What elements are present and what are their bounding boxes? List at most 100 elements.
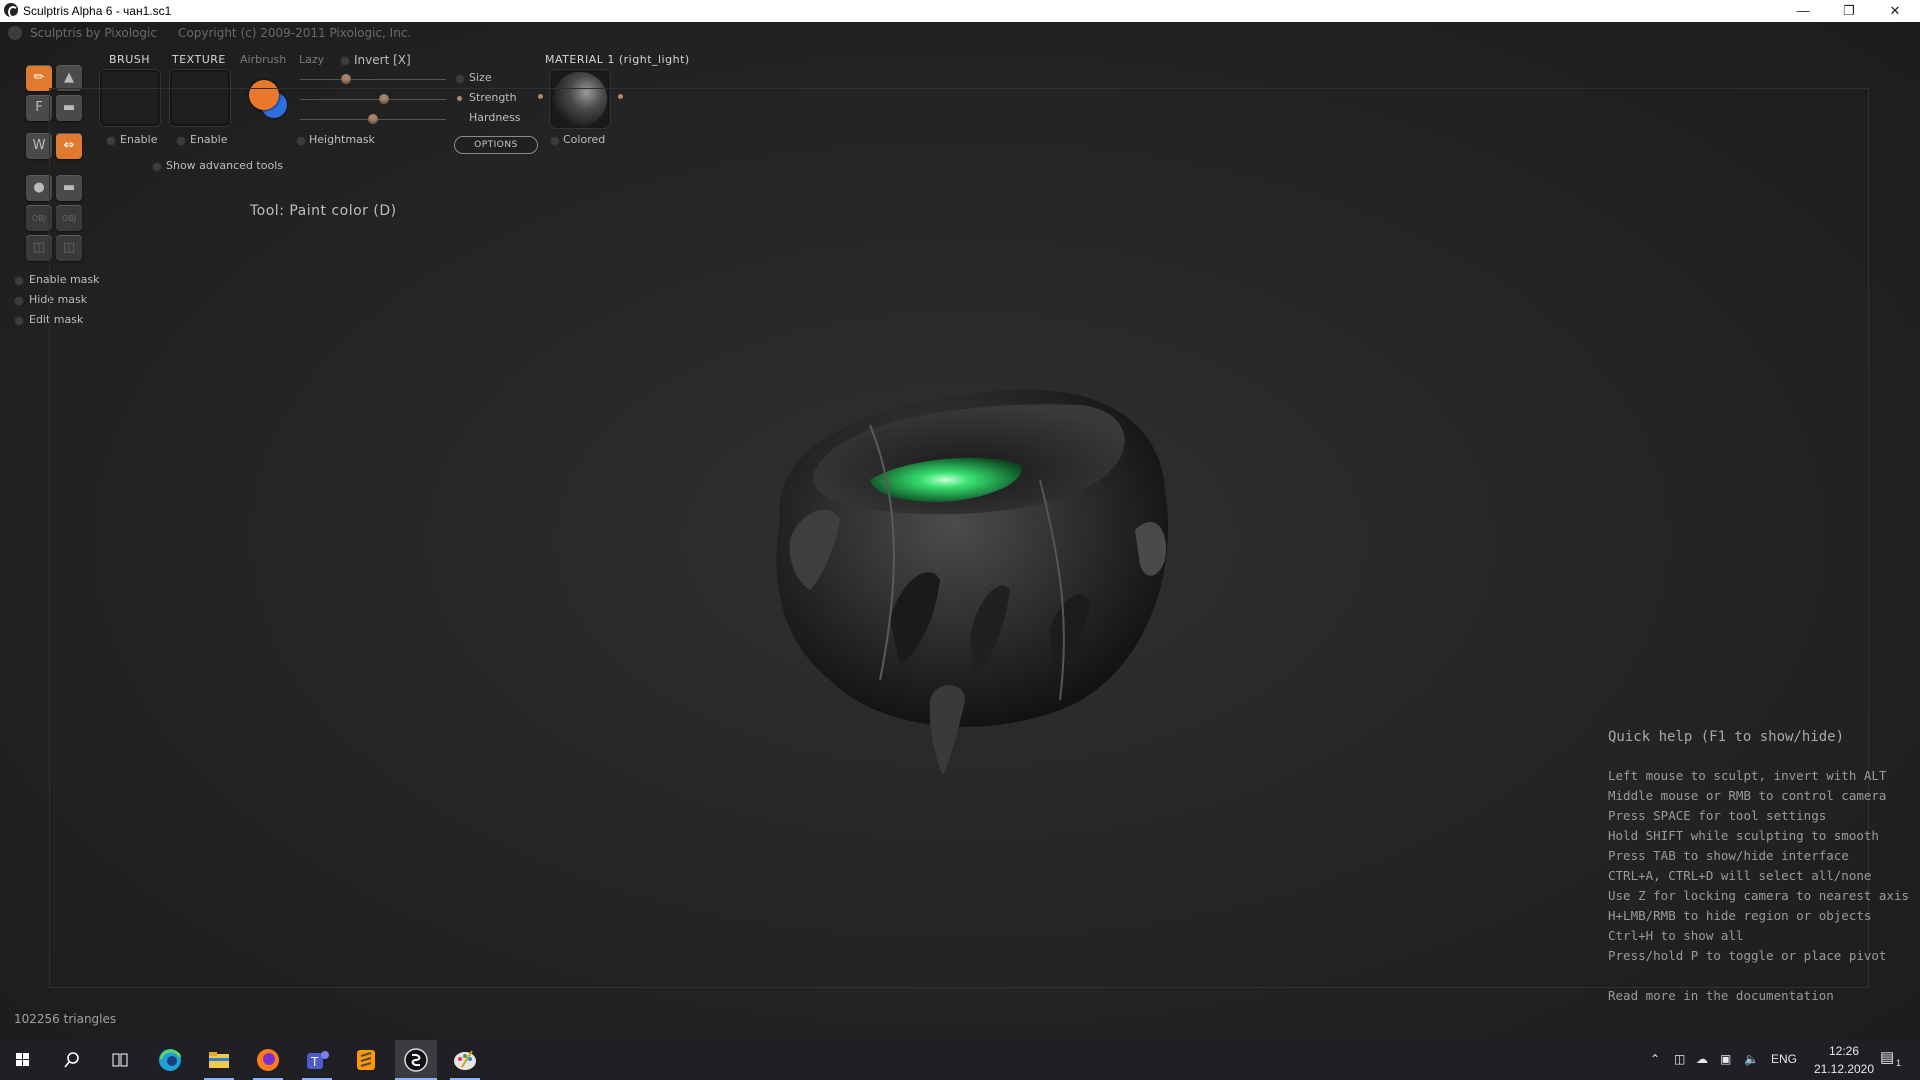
- invert-label: Invert [X]: [354, 53, 411, 67]
- paint-taskbar-button[interactable]: [450, 1045, 480, 1075]
- brush-enable-checkbox[interactable]: [106, 136, 116, 146]
- file-explorer-taskbar-button[interactable]: [204, 1045, 234, 1075]
- hardness-slider-handle[interactable]: [368, 114, 378, 124]
- brush-alpha-slot[interactable]: [100, 70, 160, 126]
- pixologic-logo-icon: [8, 26, 22, 40]
- paint-palette-icon: [454, 1050, 476, 1070]
- chevron-up-icon: ⌃: [1650, 1052, 1661, 1066]
- notification-center-button[interactable]: ▤ 1: [1880, 1048, 1906, 1072]
- flatten-tool-button[interactable]: F: [26, 95, 52, 121]
- firefox-taskbar-button[interactable]: [253, 1045, 283, 1075]
- edge-taskbar-button[interactable]: [155, 1045, 185, 1075]
- import-obj-icon: OBJ: [31, 214, 47, 223]
- sublime-text-icon: [357, 1050, 375, 1070]
- color-swatches[interactable]: [249, 80, 289, 120]
- restore-button[interactable]: ❐: [1826, 0, 1872, 22]
- svg-text:T: T: [310, 1055, 319, 1069]
- material-next-arrow[interactable]: [618, 94, 623, 99]
- strength-slider-handle[interactable]: [379, 94, 389, 104]
- invert-checkbox[interactable]: [340, 56, 350, 66]
- edit-mask-checkbox[interactable]: [14, 316, 24, 326]
- edge-icon: [159, 1049, 182, 1071]
- open-button[interactable]: ◫: [26, 235, 52, 261]
- bump-icon: ▲: [64, 70, 74, 85]
- bump-tool-button[interactable]: ▲: [56, 65, 82, 91]
- pattern-tool-button[interactable]: W: [26, 133, 52, 159]
- lazy-toggle[interactable]: Lazy: [299, 53, 324, 66]
- hide-mask-checkbox[interactable]: [14, 296, 24, 306]
- windows-start-button[interactable]: [8, 1045, 38, 1075]
- app-name: Sculptris by Pixologic: [30, 26, 157, 40]
- export-obj-icon: OBJ: [61, 214, 77, 223]
- onedrive-tray-icon[interactable]: ☁: [1696, 1052, 1708, 1066]
- firefox-icon: [257, 1049, 279, 1071]
- size-slider[interactable]: [300, 74, 446, 86]
- quick-help-line: Use Z for locking camera to nearest axis: [1608, 888, 1910, 903]
- texture-slot[interactable]: [170, 70, 230, 126]
- size-slider-handle[interactable]: [341, 74, 351, 84]
- notification-count: 1: [1894, 1058, 1904, 1068]
- material-sphere-preview: [553, 72, 607, 126]
- size-label: Size: [469, 71, 492, 84]
- save-button[interactable]: ◫: [56, 235, 82, 261]
- quick-help-line: H+LMB/RMB to hide region or objects: [1608, 908, 1872, 923]
- window-title: Sculptris Alpha 6 - чан1.sc1: [23, 4, 172, 18]
- primary-color-swatch[interactable]: [249, 80, 279, 110]
- brush-icon: ✏: [33, 70, 45, 85]
- import-button[interactable]: OBJ: [26, 205, 52, 231]
- airbrush-toggle[interactable]: Airbrush: [240, 53, 286, 66]
- show-advanced-checkbox[interactable]: [152, 162, 162, 172]
- hardness-label: Hardness: [469, 111, 521, 124]
- teams-icon: T: [307, 1051, 329, 1069]
- windows-logo-icon: [16, 1053, 29, 1066]
- strength-slider[interactable]: [300, 94, 446, 106]
- open-file-icon: ◫: [32, 240, 46, 255]
- sculptris-taskbar-button[interactable]: [395, 1040, 437, 1080]
- brush-label: BRUSH: [109, 53, 150, 66]
- texture-enable-checkbox[interactable]: [176, 136, 186, 146]
- show-hidden-icons-button[interactable]: ⌃: [1650, 1052, 1660, 1066]
- sculptris-app-icon: [4, 3, 18, 18]
- paint-brush-tool-button[interactable]: ✏: [26, 65, 52, 91]
- volume-tray-icon[interactable]: 🔈: [1744, 1052, 1759, 1066]
- options-button[interactable]: OPTIONS: [454, 136, 538, 154]
- heightmask-checkbox[interactable]: [296, 136, 306, 146]
- cauldron-3d-model[interactable]: [760, 380, 1180, 780]
- smooth-tool-button[interactable]: ▬: [56, 95, 82, 121]
- plane-button[interactable]: ▬: [56, 175, 82, 201]
- current-tool-label: Tool: Paint color (D): [250, 203, 397, 219]
- network-tray-icon[interactable]: ▣: [1720, 1052, 1731, 1066]
- clock-date[interactable]: 21.12.2020: [1806, 1062, 1882, 1076]
- enable-mask-checkbox[interactable]: [14, 276, 24, 286]
- material-prev-arrow[interactable]: [538, 94, 543, 99]
- material-slot[interactable]: [550, 70, 610, 128]
- strength-pressure-toggle[interactable]: [457, 96, 462, 101]
- close-button[interactable]: ✕: [1872, 0, 1918, 22]
- swap-arrows-icon: ⇔: [63, 138, 75, 153]
- sublime-taskbar-button[interactable]: [351, 1045, 381, 1075]
- sphere-button[interactable]: ●: [26, 175, 52, 201]
- edit-mask-label: Edit mask: [29, 313, 84, 326]
- language-indicator[interactable]: ENG: [1771, 1052, 1797, 1066]
- swap-colors-button[interactable]: ⇔: [56, 133, 82, 159]
- window-title-bar: Sculptris Alpha 6 - чан1.sc1 — ❐ ✕: [0, 0, 1920, 22]
- notification-icon: ▤: [1880, 1049, 1895, 1066]
- enable-mask-label: Enable mask: [29, 273, 100, 286]
- size-pressure-toggle[interactable]: [455, 74, 465, 84]
- colored-checkbox[interactable]: [550, 136, 560, 146]
- export-button[interactable]: OBJ: [56, 205, 82, 231]
- sphere-icon: ●: [33, 180, 45, 195]
- texture-enable-label: Enable: [190, 133, 228, 146]
- clock-time[interactable]: 12:26: [1820, 1044, 1868, 1058]
- windows-taskbar: [0, 1040, 1920, 1080]
- minimize-button[interactable]: —: [1780, 0, 1826, 22]
- brush-enable-label: Enable: [120, 133, 158, 146]
- taskbar-search-button[interactable]: [57, 1045, 87, 1075]
- documentation-link[interactable]: Read more in the documentation: [1608, 988, 1834, 1003]
- teams-taskbar-button[interactable]: T: [302, 1045, 332, 1075]
- save-icon: ◫: [62, 240, 76, 255]
- hardness-slider[interactable]: [300, 114, 446, 126]
- quick-help-line: Hold SHIFT while sculpting to smooth: [1608, 828, 1879, 843]
- device-tray-icon[interactable]: ◫: [1674, 1052, 1685, 1066]
- task-view-button[interactable]: [105, 1045, 135, 1075]
